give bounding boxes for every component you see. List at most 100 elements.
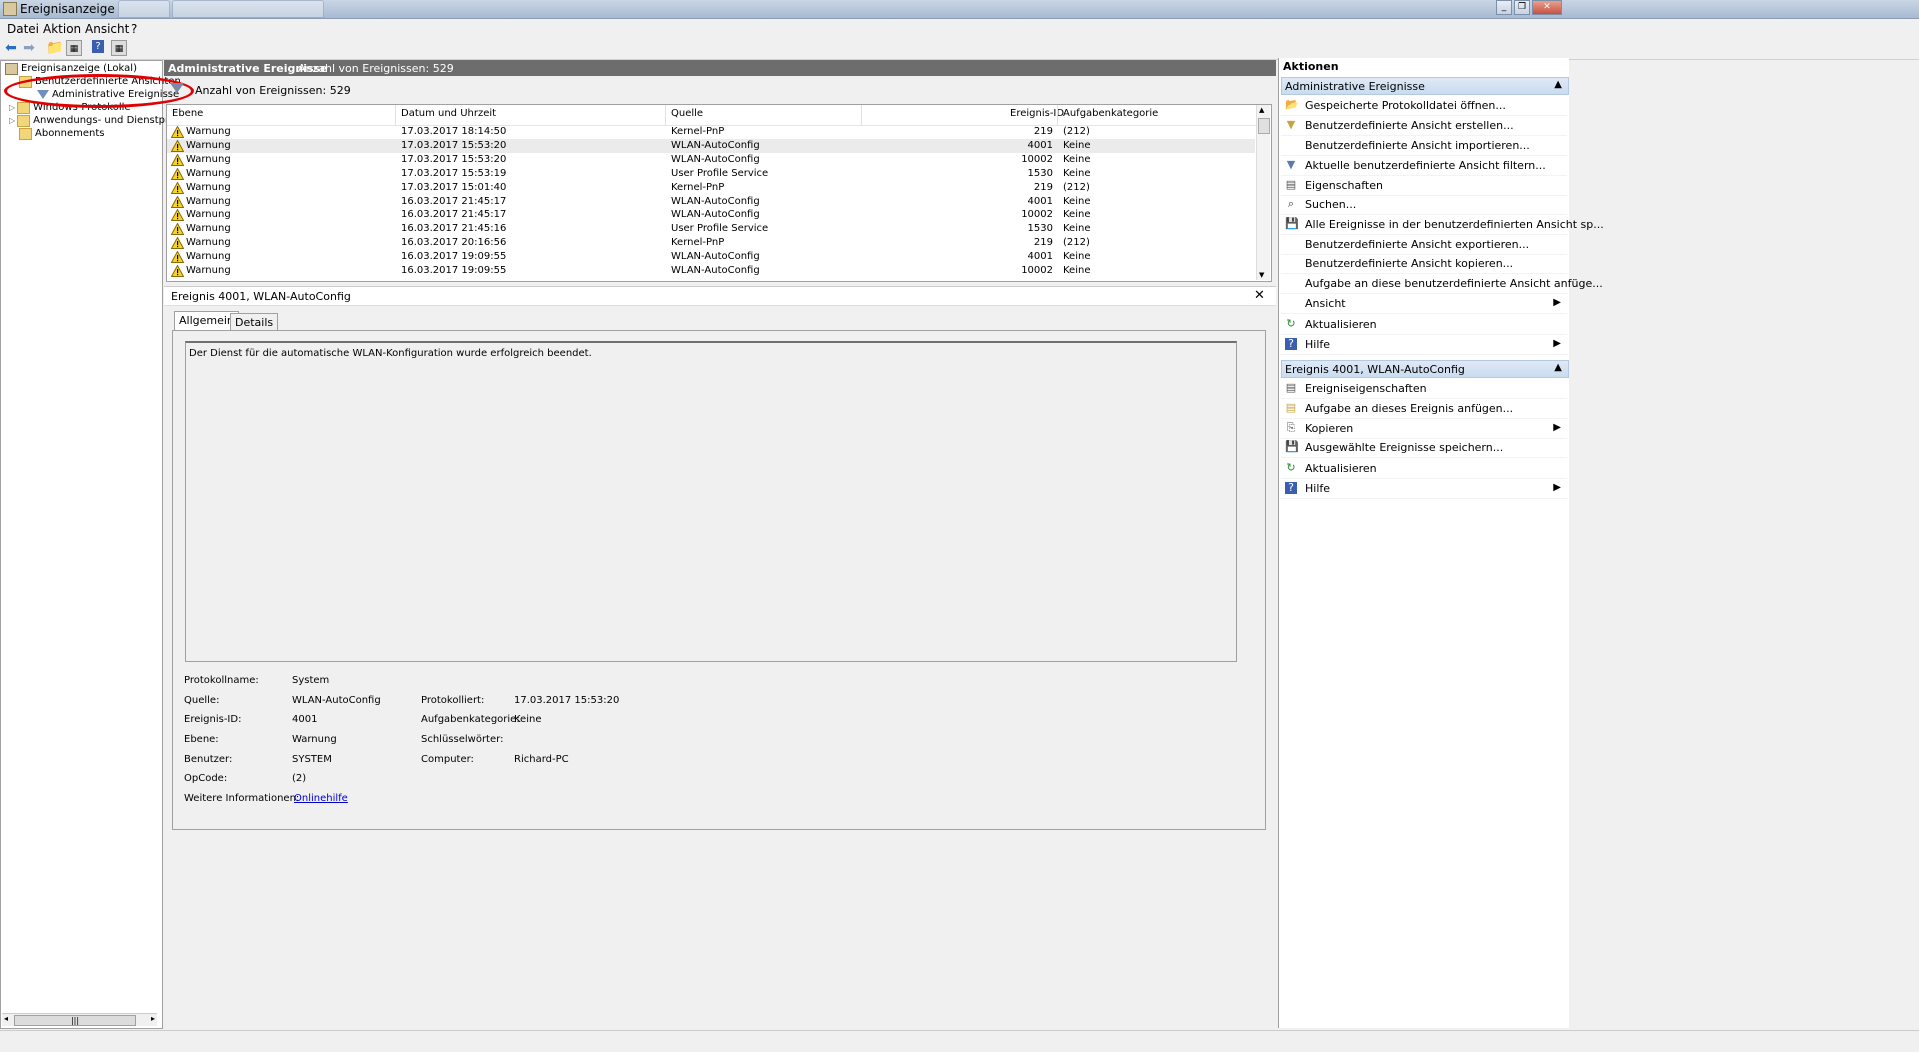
table-header: Ebene Datum und Uhrzeit Quelle Ereignis-…	[167, 105, 1257, 126]
action-label: Benutzerdefinierte Ansicht kopieren...	[1305, 257, 1514, 270]
scroll-left-icon[interactable]: ◂	[4, 1014, 8, 1023]
menu-aktion[interactable]: Aktion	[43, 22, 81, 36]
maximize-button[interactable]: ❐	[1514, 0, 1530, 15]
filter-icon: ▼	[1286, 158, 1296, 171]
collapse-icon[interactable]: ▲	[1554, 79, 1562, 90]
action-item[interactable]: ⎘ Kopieren ▶	[1281, 419, 1567, 439]
action-item[interactable]: ↻ Aktualisieren	[1281, 315, 1567, 335]
save-icon: 💾	[1285, 217, 1299, 230]
show-hide-tree-icon[interactable]: ▦	[66, 40, 82, 56]
menu-datei[interactable]: Datei	[7, 22, 39, 36]
warning-icon	[170, 167, 185, 180]
table-row[interactable]: Warnung 17.03.2017 18:14:50 Kernel-PnP 219 (…	[167, 125, 1255, 139]
cell-category: Keine	[1063, 139, 1091, 151]
action-item[interactable]: Benutzerdefinierte Ansicht importieren..…	[1281, 136, 1567, 156]
blank-icon	[1285, 139, 1297, 151]
table-row[interactable]: Warnung 16.03.2017 21:45:17 WLAN-AutoConfi…	[167, 208, 1255, 222]
tree-item-app-service-logs[interactable]: ▷ Anwendungs- und Dienstprotok	[9, 114, 191, 127]
cell-date: 16.03.2017 21:45:17	[401, 209, 507, 221]
cell-date: 16.03.2017 21:45:17	[401, 195, 507, 207]
table-row[interactable]: Warnung 16.03.2017 19:09:55 WLAN-AutoConfi…	[167, 264, 1255, 278]
tree-item-label: Ereignisanzeige (Lokal)	[21, 63, 137, 74]
table-row[interactable]: Warnung 17.03.2017 15:53:20 WLAN-AutoConfi…	[167, 138, 1255, 153]
help-icon[interactable]: ?	[92, 40, 104, 53]
action-item[interactable]: Ansicht ▶	[1281, 294, 1567, 314]
action-item[interactable]: ▼ Benutzerdefinierte Ansicht erstellen...	[1281, 116, 1567, 136]
cell-source: WLAN-AutoConfig	[671, 265, 760, 276]
action-item[interactable]: ▤ Ereigniseigenschaften	[1281, 379, 1567, 399]
online-help-link[interactable]: Onlinehilfe	[294, 793, 348, 804]
label-source: Quelle:	[184, 695, 220, 706]
close-window-button[interactable]: ✕	[1532, 0, 1562, 15]
action-label: Eigenschaften	[1305, 179, 1383, 192]
close-icon[interactable]: ✕	[1254, 288, 1265, 303]
folder-up-icon[interactable]: 📁	[46, 40, 63, 56]
minimize-button[interactable]: _	[1496, 0, 1512, 15]
value-log-name: System	[292, 675, 330, 686]
column-header-date[interactable]: Datum und Uhrzeit	[401, 108, 496, 119]
scroll-down-icon[interactable]: ▼	[1259, 271, 1264, 279]
action-item[interactable]: 💾 Alle Ereignisse in der benutzerdefinier…	[1281, 215, 1604, 235]
table-row[interactable]: Warnung 16.03.2017 21:45:17 WLAN-AutoConfi…	[167, 194, 1255, 209]
table-row[interactable]: Warnung 16.03.2017 20:16:56 Kernel-PnP 219 (…	[167, 236, 1255, 250]
event-description-box[interactable]: Der Dienst für die automatische WLAN-Kon…	[185, 341, 1237, 662]
expand-arrow-icon[interactable]: ▷	[9, 103, 15, 112]
filter-icon	[170, 83, 184, 93]
scroll-thumb[interactable]	[1258, 118, 1270, 134]
action-item[interactable]: Benutzerdefinierte Ansicht kopieren...	[1281, 254, 1567, 274]
event-count: Anzahl von Ereignissen: 529	[298, 62, 454, 75]
table-row[interactable]: Warnung 17.03.2017 15:53:19 User Profile S…	[167, 167, 1255, 181]
cell-category: Keine	[1063, 209, 1091, 221]
action-item[interactable]: 📂 Gespeicherte Protokolldatei öffnen...	[1281, 96, 1567, 116]
table-vertical-scrollbar[interactable]: ▲ ▼	[1256, 105, 1270, 280]
scroll-up-icon[interactable]: ▲	[1259, 106, 1264, 114]
actions-section-event[interactable]: Ereignis 4001, WLAN-AutoConfig ▲	[1281, 360, 1569, 378]
column-header-source[interactable]: Quelle	[671, 108, 703, 119]
action-item[interactable]: ? Hilfe ▶	[1281, 335, 1567, 355]
toolbar: ⬅ ➡ 📁 ▦ ? ▦	[0, 37, 1919, 60]
expand-arrow-icon[interactable]: ▷	[9, 116, 15, 125]
label-logged: Protokolliert:	[421, 695, 485, 706]
column-header-category[interactable]: Aufgabenkategorie	[1063, 108, 1158, 119]
action-item[interactable]: ⌕ Suchen...	[1281, 195, 1567, 215]
forward-arrow-icon[interactable]: ➡	[21, 40, 37, 56]
tab-details[interactable]: Details	[230, 313, 279, 331]
table-row[interactable]: Warnung 16.03.2017 21:45:16 User Profile S…	[167, 222, 1255, 236]
tree-item-root[interactable]: Ereignisanzeige (Lokal)	[5, 62, 137, 75]
tree-horizontal-scrollbar[interactable]: ◂ ||| ▸	[2, 1013, 157, 1026]
action-item[interactable]: ▼ Aktuelle benutzerdefinierte Ansicht fil…	[1281, 156, 1567, 176]
back-arrow-icon[interactable]: ⬅	[3, 40, 19, 56]
menu-ansicht[interactable]: Ansicht	[85, 22, 129, 36]
table-row[interactable]: Warnung 17.03.2017 15:01:40 Kernel-PnP 219 (…	[167, 181, 1255, 195]
table-row[interactable]: Warnung 16.03.2017 19:09:55 WLAN-AutoConfi…	[167, 250, 1255, 264]
properties-icon: ▤	[1285, 178, 1297, 191]
action-item[interactable]: ↻ Aktualisieren	[1281, 459, 1567, 479]
cell-source: User Profile Service	[671, 167, 769, 179]
action-item[interactable]: Benutzerdefinierte Ansicht exportieren..…	[1281, 235, 1567, 255]
value-logged: 17.03.2017 15:53:20	[514, 695, 620, 706]
collapse-icon[interactable]: ▲	[1554, 362, 1562, 373]
action-item[interactable]: Aufgabe an diese benutzerdefinierte Ansi…	[1281, 274, 1603, 294]
value-task-category: Keine	[514, 714, 542, 725]
action-item[interactable]: ? Hilfe ▶	[1281, 479, 1567, 499]
action-label: Hilfe	[1305, 482, 1331, 495]
label-log-name: Protokollname:	[184, 675, 259, 686]
actions-section-admin-events[interactable]: Administrative Ereignisse ▲	[1281, 77, 1569, 95]
column-header-event-id[interactable]: Ereignis-ID	[1010, 108, 1064, 119]
menu-help[interactable]: ?	[131, 22, 137, 36]
scroll-right-icon[interactable]: ▸	[151, 1014, 155, 1023]
value-source: WLAN-AutoConfig	[292, 695, 381, 706]
action-item[interactable]: ▤ Aufgabe an dieses Ereignis anfügen...	[1281, 399, 1567, 419]
find-icon: ⌕	[1287, 197, 1295, 210]
show-hide-actions-icon[interactable]: ▦	[111, 40, 127, 56]
tree-item-subscriptions[interactable]: Abonnements	[19, 127, 105, 140]
action-item[interactable]: 💾 Ausgewählte Ereignisse speichern...	[1281, 438, 1567, 458]
scroll-thumb[interactable]: |||	[14, 1015, 136, 1026]
refresh-icon: ↻	[1286, 317, 1296, 330]
action-item[interactable]: ▤ Eigenschaften	[1281, 176, 1567, 196]
column-header-level[interactable]: Ebene	[172, 108, 203, 119]
folder-icon	[17, 114, 31, 127]
value-computer: Richard-PC	[514, 754, 569, 765]
table-row[interactable]: Warnung 17.03.2017 15:53:20 WLAN-AutoConfi…	[167, 153, 1255, 167]
cell-source: Kernel-PnP	[671, 126, 725, 137]
